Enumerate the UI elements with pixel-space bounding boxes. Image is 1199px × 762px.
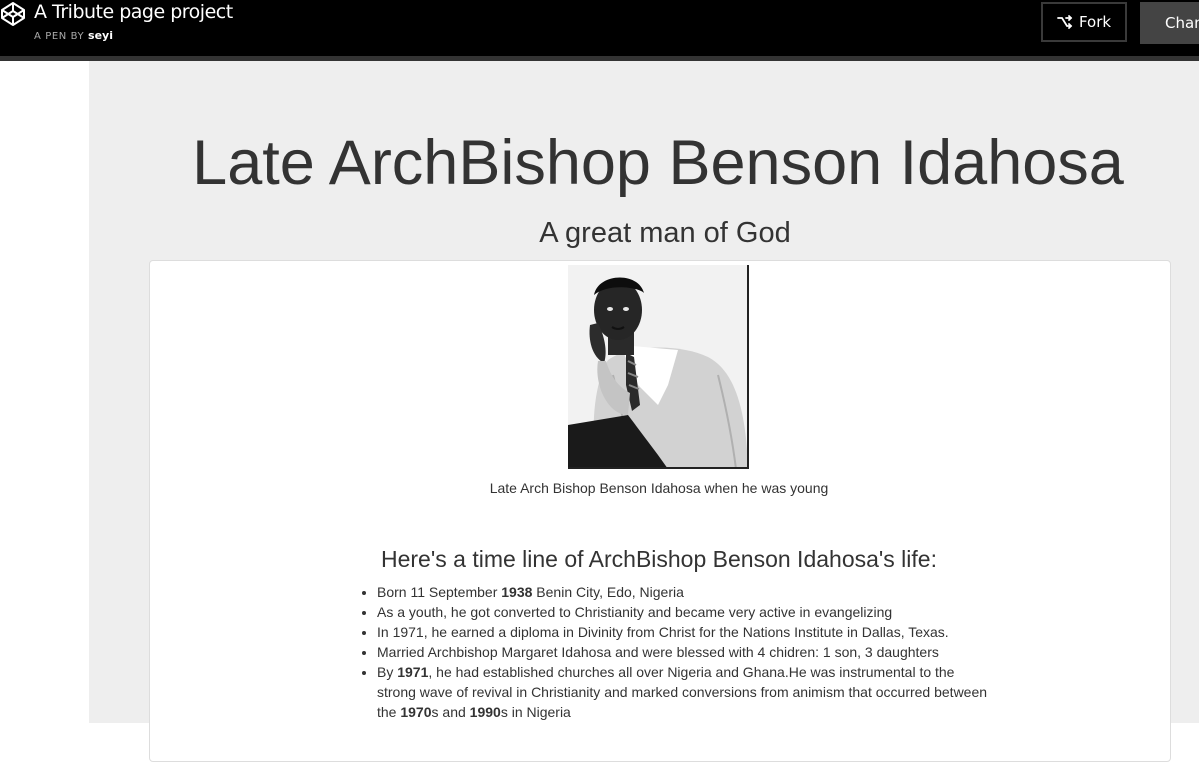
pen-by-prefix: A PEN BY bbox=[34, 31, 85, 42]
change-view-button[interactable]: Change View bbox=[1140, 2, 1199, 44]
content-card: Late Arch Bishop Benson Idahosa when he … bbox=[149, 260, 1171, 762]
preview-frame: Late ArchBishop Benson Idahosa A great m… bbox=[89, 61, 1199, 762]
image-caption: Late Arch Bishop Benson Idahosa when he … bbox=[489, 480, 829, 496]
timeline-list: Born 11 September 1938 Benin City, Edo, … bbox=[377, 582, 997, 722]
timeline-item: By 1971, he had established churches all… bbox=[377, 662, 997, 722]
portrait-image bbox=[568, 265, 749, 469]
page-subtitle: A great man of God bbox=[539, 217, 791, 249]
fork-label: Fork bbox=[1078, 13, 1112, 31]
codepen-logo-icon[interactable] bbox=[0, 1, 26, 27]
fork-button[interactable]: Fork bbox=[1041, 2, 1127, 42]
timeline-heading: Here's a time line of ArchBishop Benson … bbox=[381, 546, 937, 572]
timeline-item: Married Archbishop Margaret Idahosa and … bbox=[377, 642, 997, 662]
timeline-item: Born 11 September 1938 Benin City, Edo, … bbox=[377, 582, 997, 602]
timeline-item: As a youth, he got converted to Christia… bbox=[377, 602, 997, 622]
top-header: A Tribute page project A PEN BY seyi For… bbox=[0, 0, 1199, 56]
page-title: Late ArchBishop Benson Idahosa bbox=[192, 128, 1124, 198]
pen-by-line: A PEN BY seyi bbox=[34, 29, 113, 44]
change-view-label: Change View bbox=[1165, 14, 1199, 32]
pen-title[interactable]: A Tribute page project bbox=[34, 0, 233, 24]
timeline-item: In 1971, he earned a diploma in Divinity… bbox=[377, 622, 997, 642]
author-link[interactable]: seyi bbox=[88, 29, 113, 42]
fork-icon bbox=[1057, 15, 1073, 29]
